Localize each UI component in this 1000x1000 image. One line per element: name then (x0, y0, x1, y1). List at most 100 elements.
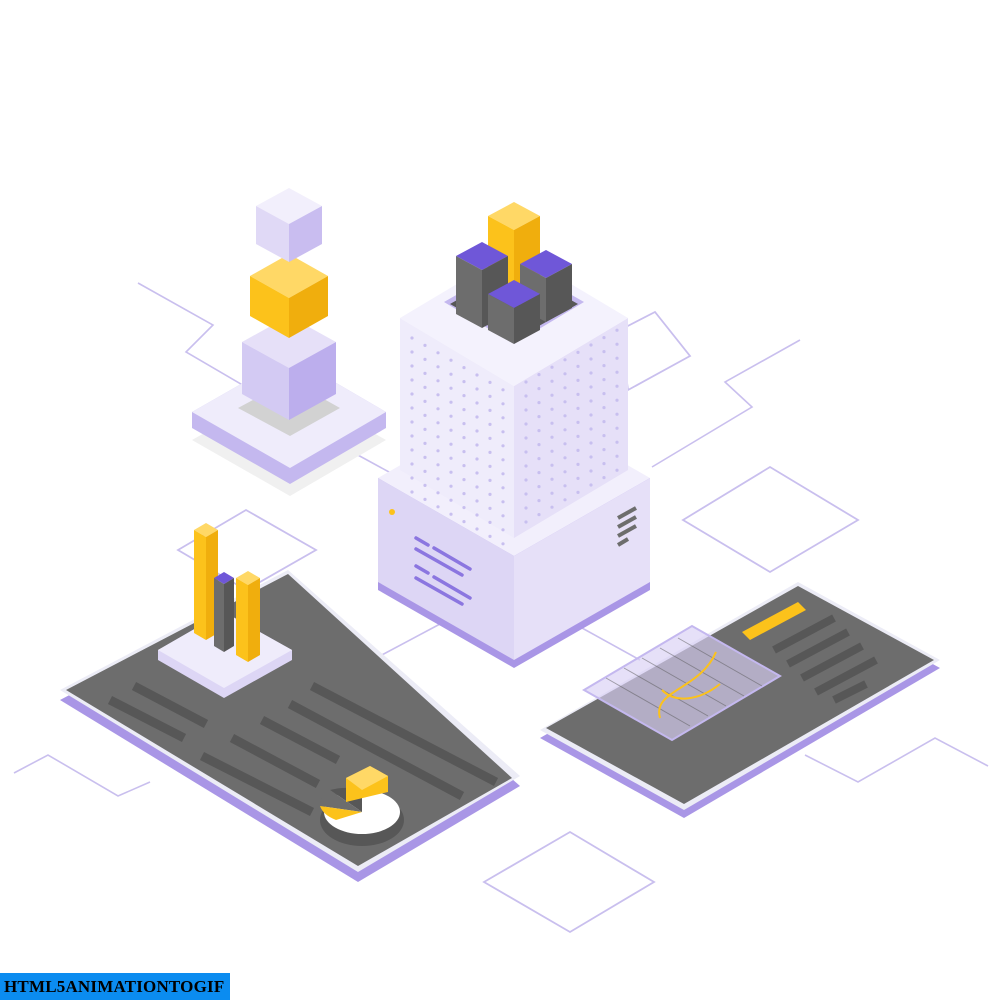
tower-dot (501, 542, 505, 546)
tower-dot (537, 471, 541, 475)
tower-dot (462, 366, 466, 370)
tower-dot (524, 394, 528, 398)
tower-dot (449, 386, 453, 390)
tower-dot (462, 520, 466, 524)
tower-dot (410, 378, 414, 382)
tower-dot (423, 455, 427, 459)
tower-dot (524, 506, 528, 510)
tower-dot (449, 484, 453, 488)
tower-dot (602, 378, 606, 382)
tower-dot (475, 429, 479, 433)
tower-dot (615, 384, 619, 388)
tower-dot (501, 444, 505, 448)
tower-dot (501, 514, 505, 518)
tower-dot (501, 402, 505, 406)
tower-dot (563, 442, 567, 446)
tower-dot (524, 492, 528, 496)
tower-dot (462, 506, 466, 510)
tower-dot (537, 485, 541, 489)
tower-dot (615, 412, 619, 416)
tower-dot (550, 477, 554, 481)
tower-dot (488, 464, 492, 468)
tower-dot (537, 429, 541, 433)
tower-dot (563, 372, 567, 376)
tower-dot (615, 370, 619, 374)
tower-dot (423, 413, 427, 417)
tower-dot (589, 357, 593, 361)
tower-dot (576, 406, 580, 410)
tower-dot (423, 399, 427, 403)
tower-dot (589, 427, 593, 431)
tower-dot (475, 471, 479, 475)
tower-dot (462, 380, 466, 384)
tower-dot (475, 387, 479, 391)
tower-dot (488, 506, 492, 510)
tower-dot (436, 379, 440, 383)
tower-dot (475, 443, 479, 447)
tower-dot (410, 448, 414, 452)
tower-dot (475, 415, 479, 419)
tower-dot (475, 373, 479, 377)
tower-dot (602, 336, 606, 340)
tower-dot (576, 350, 580, 354)
tower-dot (462, 450, 466, 454)
tower-dot (576, 378, 580, 382)
tower-dot (589, 385, 593, 389)
tower-dot (488, 520, 492, 525)
tower-dot (550, 421, 554, 425)
tower-dot (550, 365, 554, 369)
tower-dot (589, 343, 593, 347)
tower-dot (436, 435, 440, 439)
tower-dot (410, 420, 414, 424)
tower-dot (550, 379, 554, 383)
tower-dot (501, 458, 505, 462)
tower-dot (576, 420, 580, 424)
tower-dot (563, 470, 567, 474)
tower-dot (576, 490, 580, 494)
tower-dot (449, 498, 453, 502)
tower-dot (602, 406, 606, 410)
tower-dot (449, 470, 453, 474)
tower-dot (537, 443, 541, 447)
tower-dot (563, 386, 567, 390)
tower-dot (576, 462, 580, 466)
tower-dot (589, 413, 593, 417)
tower-dot (501, 500, 505, 504)
tower-dot (615, 468, 619, 472)
tower-dot (563, 400, 567, 404)
tower-dot (436, 463, 440, 467)
tower-dot (537, 457, 541, 461)
tower-dot (602, 364, 606, 368)
tower-dot (475, 527, 479, 531)
tower-dot (436, 365, 440, 369)
tower-dot (615, 328, 619, 332)
tower-dot (563, 414, 567, 418)
tower-dot (462, 464, 466, 468)
tower-dot (550, 407, 554, 411)
tower-dot (537, 499, 541, 503)
tower-dot (602, 476, 606, 480)
tower-dot (524, 464, 528, 468)
tower-dot (423, 469, 427, 473)
tower-dot (410, 490, 414, 494)
tower-dot (436, 421, 440, 425)
tower-dot (550, 505, 554, 509)
tower-dot (602, 392, 606, 396)
tower-dot (449, 372, 453, 376)
tower-dot (589, 371, 593, 375)
tower-dot (475, 401, 479, 405)
tower-dot (550, 491, 554, 495)
tower-dot (449, 414, 453, 418)
tower-dot (488, 408, 492, 412)
tower-dot (501, 416, 505, 420)
tower-dot (615, 454, 619, 458)
tower-dot (449, 358, 453, 362)
tower-dot (410, 350, 414, 354)
tower-dot (550, 435, 554, 439)
tower-dot (488, 478, 492, 482)
tower-dot (537, 513, 541, 517)
tower-dot (576, 448, 580, 452)
tower-dot (410, 364, 414, 368)
tower-dot (410, 392, 414, 396)
tower-dot (462, 422, 466, 426)
